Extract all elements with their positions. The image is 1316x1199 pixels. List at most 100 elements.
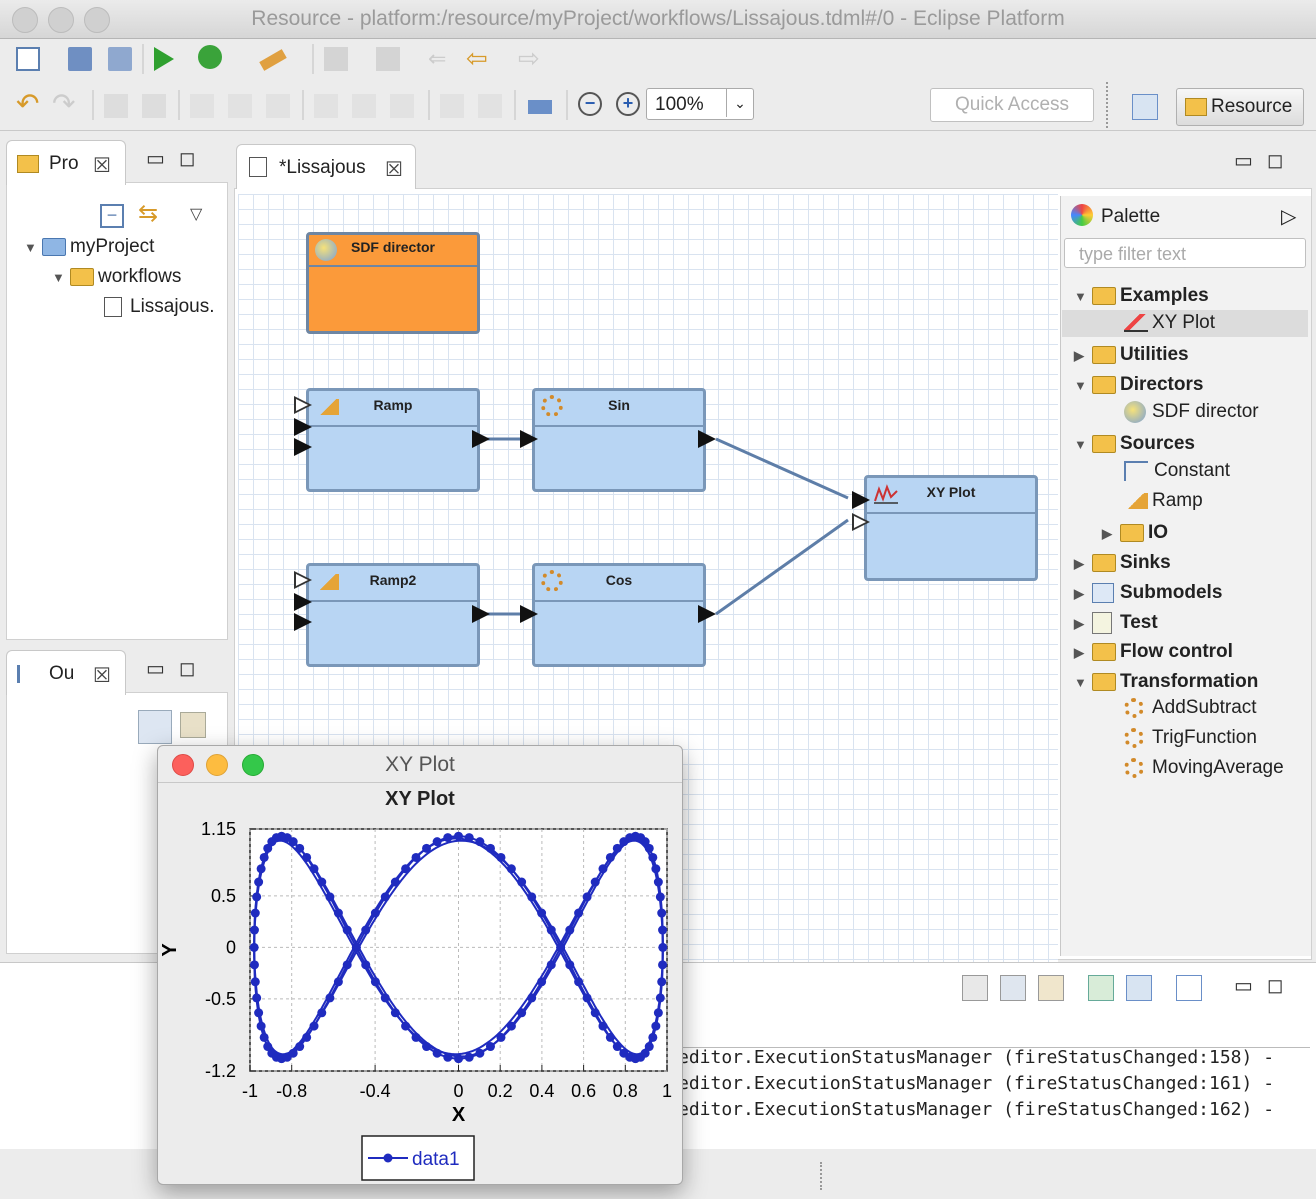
input-port[interactable] xyxy=(520,430,538,448)
data-point xyxy=(443,833,453,843)
link-editor-icon[interactable]: ⇆ xyxy=(138,202,162,226)
input-port-trigger[interactable] xyxy=(294,396,312,414)
zoom-out-icon[interactable]: − xyxy=(578,92,602,116)
input-port[interactable] xyxy=(294,613,312,631)
actor-sdf-director[interactable]: SDF director xyxy=(306,232,480,334)
outline-tree-icon[interactable] xyxy=(138,710,172,744)
actor-ramp[interactable]: Ramp xyxy=(306,388,480,492)
align-left-icon[interactable] xyxy=(190,94,214,118)
console-min-max[interactable]: ▭◻ xyxy=(1234,973,1298,998)
palette-category-sinks[interactable]: ▶ Sinks xyxy=(1074,552,1171,574)
palette-category-sources[interactable]: ▼ Sources xyxy=(1074,433,1195,455)
output-port[interactable] xyxy=(698,430,716,448)
palette-category-io[interactable]: ▶ IO xyxy=(1102,522,1168,544)
save-all-icon[interactable] xyxy=(108,47,132,71)
output-port[interactable] xyxy=(472,605,490,623)
palette-category-transformation[interactable]: ▼ Transformation xyxy=(1074,671,1258,693)
tree-item-myproject[interactable]: ▼ myProject xyxy=(24,236,154,258)
prev-annotation-icon[interactable] xyxy=(376,47,400,71)
layout-icon[interactable] xyxy=(528,100,552,114)
zoom-in-icon[interactable]: + xyxy=(616,92,640,116)
data-point xyxy=(537,977,547,987)
input-port[interactable] xyxy=(294,593,312,611)
display-console-icon[interactable] xyxy=(1126,975,1152,1001)
palette-category-submodels[interactable]: ▶ Submodels xyxy=(1074,582,1222,604)
input-port[interactable] xyxy=(294,418,312,436)
output-port[interactable] xyxy=(472,430,490,448)
align-middle-icon[interactable] xyxy=(352,94,376,118)
redo-icon[interactable]: ↷ xyxy=(52,90,76,118)
editor-min-max[interactable]: ▭◻ xyxy=(1234,148,1298,173)
palette-collapse-icon[interactable]: ▷ xyxy=(1281,204,1296,229)
data-point xyxy=(250,908,260,918)
tree-item-workflows[interactable]: ▼ workflows xyxy=(52,266,181,288)
open-console-icon[interactable] xyxy=(1176,975,1202,1001)
palette-category-flow-control[interactable]: ▶ Flow control xyxy=(1074,641,1233,663)
close-icon[interactable]: ☒ xyxy=(93,153,111,178)
input-port-trigger[interactable] xyxy=(294,571,312,589)
palette-item-constant[interactable]: Constant xyxy=(1124,460,1230,482)
actor-cos[interactable]: Cos xyxy=(532,563,706,667)
xy-plot-window[interactable]: XY Plot XY Plot -1 -0.8 -0.4 0 0.2 0.4 0.6 0.8 1… xyxy=(157,745,683,1185)
outline-overview-icon[interactable] xyxy=(180,712,206,738)
zoom-select[interactable]: 100% ⌄ xyxy=(646,88,754,120)
copy-icon[interactable] xyxy=(104,94,128,118)
status-bar-grip[interactable] xyxy=(820,1162,826,1190)
word-wrap-icon[interactable] xyxy=(1038,975,1064,1001)
align-top-icon[interactable] xyxy=(314,94,338,118)
back-arrow-icon[interactable]: ⇦ xyxy=(466,45,490,71)
paste-icon[interactable] xyxy=(142,94,166,118)
palette-item-ramp[interactable]: Ramp xyxy=(1124,490,1203,512)
project-explorer-min-max[interactable]: ▭◻ xyxy=(146,146,210,171)
palette-item-xy-plot[interactable]: XY Plot xyxy=(1124,312,1215,334)
tab-lissajous-editor[interactable]: *Lissajous ☒ xyxy=(236,144,416,189)
actor-ramp2[interactable]: Ramp2 xyxy=(306,563,480,667)
actor-xy-plot[interactable]: XY Plot xyxy=(864,475,1038,581)
align-center-icon[interactable] xyxy=(228,94,252,118)
input-port-y[interactable] xyxy=(852,513,870,531)
collapse-all-icon[interactable]: − xyxy=(100,204,124,228)
actor-sin[interactable]: Sin xyxy=(532,388,706,492)
clear-console-icon[interactable] xyxy=(962,975,988,1001)
run-debug-icon[interactable] xyxy=(198,45,222,69)
align-right-icon[interactable] xyxy=(266,94,290,118)
tab-project-explorer[interactable]: Pro ☒ xyxy=(6,140,126,185)
palette-item-movingaverage[interactable]: MovingAverage xyxy=(1124,757,1284,779)
last-edit-icon[interactable]: ⇐ xyxy=(428,48,452,73)
output-port[interactable] xyxy=(698,605,716,623)
tree-item-lissajous[interactable]: Lissajous. xyxy=(104,296,215,318)
palette-category-directors[interactable]: ▼ Directors xyxy=(1074,374,1203,396)
palette-category-examples[interactable]: ▼ Examples xyxy=(1074,285,1209,307)
resource-perspective-button[interactable]: Resource xyxy=(1176,88,1304,126)
palette-item-addsubtract[interactable]: AddSubtract xyxy=(1124,697,1257,719)
palette-category-utilities[interactable]: ▶ Utilities xyxy=(1074,344,1189,366)
chevron-down-icon[interactable]: ⌄ xyxy=(726,89,753,117)
close-icon[interactable]: ☒ xyxy=(93,663,111,688)
scroll-lock-icon[interactable] xyxy=(1000,975,1026,1001)
palette-item-sdf-director[interactable]: SDF director xyxy=(1124,401,1259,423)
outline-min-max[interactable]: ▭◻ xyxy=(146,656,210,681)
quick-access-input[interactable]: Quick Access xyxy=(930,88,1094,122)
close-icon[interactable]: ☒ xyxy=(385,157,403,182)
undo-icon[interactable]: ↶ xyxy=(16,90,40,118)
match-width-icon[interactable] xyxy=(440,94,464,118)
next-annotation-icon[interactable] xyxy=(324,47,348,71)
view-menu-icon[interactable]: ▽ xyxy=(190,204,202,224)
palette-item-trigfunction[interactable]: TrigFunction xyxy=(1124,727,1257,749)
input-port[interactable] xyxy=(294,438,312,456)
palette-category-test[interactable]: ▶ Test xyxy=(1074,612,1158,634)
match-height-icon[interactable] xyxy=(478,94,502,118)
align-bottom-icon[interactable] xyxy=(390,94,414,118)
save-icon[interactable] xyxy=(68,47,92,71)
new-file-icon[interactable] xyxy=(16,47,40,71)
forward-arrow-icon[interactable]: ⇨ xyxy=(518,45,542,71)
input-port-x[interactable] xyxy=(852,491,870,509)
pin-console-icon[interactable] xyxy=(1088,975,1114,1001)
palette-filter-input[interactable]: type filter text xyxy=(1064,238,1306,268)
open-perspective-icon[interactable] xyxy=(1132,94,1158,120)
tool-icon[interactable] xyxy=(259,49,287,71)
toolbar-grip[interactable] xyxy=(1106,82,1112,128)
input-port[interactable] xyxy=(520,605,538,623)
tab-outline[interactable]: Ou ☒ xyxy=(6,650,126,695)
run-icon[interactable] xyxy=(154,47,174,71)
